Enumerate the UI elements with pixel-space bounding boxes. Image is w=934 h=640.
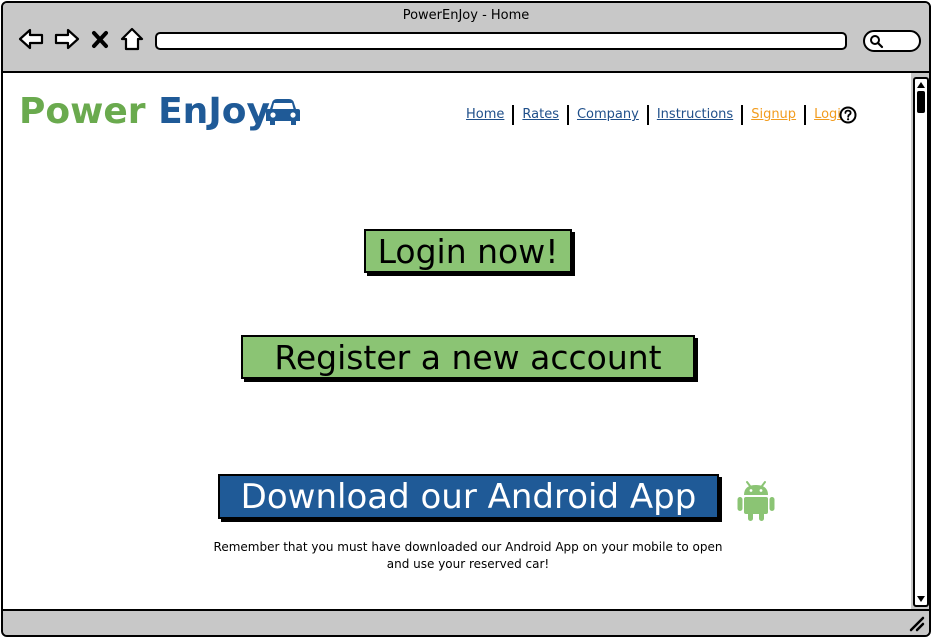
forward-arrow-icon[interactable] — [53, 25, 81, 53]
car-icon — [266, 99, 300, 125]
window-title: PowerEnJoy - Home — [402, 8, 530, 23]
browser-toolbar: PowerEnJoy - Home — [3, 3, 929, 73]
status-bar — [3, 609, 929, 635]
download-android-app-button[interactable]: Download our Android App — [218, 474, 719, 519]
android-icon — [737, 481, 775, 521]
close-icon[interactable] — [89, 25, 111, 53]
nav-link-home[interactable]: Home — [458, 106, 512, 124]
login-now-button[interactable]: Login now! — [364, 229, 572, 273]
nav-link-instructions[interactable]: Instructions — [649, 106, 741, 124]
note-line-2: and use your reserved car! — [386, 557, 550, 571]
register-account-button[interactable]: Register a new account — [241, 335, 695, 379]
scroll-up-arrow-icon[interactable] — [916, 80, 926, 90]
nav-link-company[interactable]: Company — [569, 106, 647, 124]
top-navigation: Home Rates Company Instructions Signup L… — [458, 105, 857, 125]
back-arrow-icon[interactable] — [17, 25, 45, 53]
brand-logo[interactable]: Power EnJoy — [19, 91, 270, 132]
scroll-down-arrow-icon[interactable] — [916, 594, 926, 604]
home-icon[interactable] — [119, 25, 145, 53]
search-icon — [870, 35, 884, 49]
resize-grip-icon[interactable] — [907, 614, 925, 632]
page-content: Power EnJoy Home Rates Company Instructi… — [3, 73, 911, 611]
browser-search-input[interactable] — [863, 30, 921, 52]
vertical-scrollbar[interactable] — [913, 77, 929, 607]
brand-name-enjoy: EnJoy — [158, 91, 270, 132]
nav-link-signup[interactable]: Signup — [743, 106, 804, 124]
android-app-note: Remember that you must have downloaded o… — [203, 539, 733, 573]
brand-name-power: Power — [19, 91, 146, 132]
note-line-1: Remember that you must have downloaded o… — [213, 540, 723, 554]
address-bar[interactable] — [155, 32, 847, 50]
browser-window: PowerEnJoy - Home Power EnJoy Home Rates… — [1, 1, 931, 637]
nav-link-rates[interactable]: Rates — [514, 106, 567, 124]
scrollbar-thumb[interactable] — [917, 91, 925, 113]
help-icon[interactable] — [839, 106, 857, 124]
